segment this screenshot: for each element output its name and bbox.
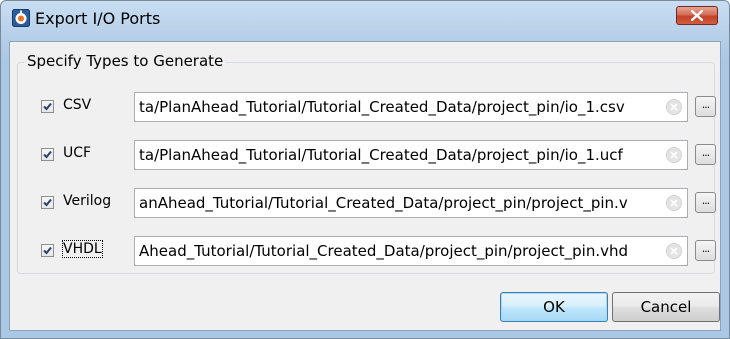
export-row-verilog: Verilog anAhead_Tutorial/Tutorial_Create…: [10, 188, 722, 218]
verilog-browse-button[interactable]: ...: [695, 192, 716, 213]
ucf-browse-button[interactable]: ...: [695, 144, 716, 165]
checkmark-icon: [43, 246, 52, 255]
export-io-ports-dialog: Export I/O Ports Specify Types to Genera…: [0, 0, 730, 339]
title-bar[interactable]: Export I/O Ports: [1, 1, 729, 41]
close-button[interactable]: [676, 6, 718, 25]
verilog-checkbox[interactable]: [41, 196, 54, 209]
verilog-label: Verilog: [63, 193, 112, 209]
export-row-csv: CSV ta/PlanAhead_Tutorial/Tutorial_Creat…: [10, 92, 722, 122]
csv-checkbox[interactable]: [41, 100, 54, 113]
vhdl-path-field[interactable]: Ahead_Tutorial/Tutorial_Created_Data/pro…: [134, 236, 688, 266]
ucf-path-value: ta/PlanAhead_Tutorial/Tutorial_Created_D…: [139, 146, 623, 164]
app-icon: [12, 9, 30, 27]
export-row-vhdl: VHDL Ahead_Tutorial/Tutorial_Created_Dat…: [10, 236, 722, 266]
clear-icon[interactable]: [666, 99, 682, 115]
dialog-title: Export I/O Ports: [35, 9, 161, 28]
csv-path-field[interactable]: ta/PlanAhead_Tutorial/Tutorial_Created_D…: [134, 92, 688, 122]
vhdl-label: VHDL: [62, 240, 103, 258]
clear-icon[interactable]: [666, 147, 682, 163]
checkmark-icon: [43, 150, 52, 159]
close-x-icon: [691, 10, 703, 21]
csv-path-value: ta/PlanAhead_Tutorial/Tutorial_Created_D…: [139, 98, 625, 116]
vhdl-browse-button[interactable]: ...: [695, 240, 716, 261]
vhdl-path-value: Ahead_Tutorial/Tutorial_Created_Data/pro…: [139, 242, 629, 260]
vhdl-checkbox[interactable]: [41, 244, 54, 257]
dialog-body: Specify Types to Generate CSV ta/PlanAhe…: [9, 41, 721, 331]
ucf-label: UCF: [63, 145, 92, 161]
csv-browse-button[interactable]: ...: [695, 96, 716, 117]
group-legend: Specify Types to Generate: [24, 52, 227, 70]
verilog-path-value: anAhead_Tutorial/Tutorial_Created_Data/p…: [139, 194, 628, 212]
clear-icon[interactable]: [666, 195, 682, 211]
verilog-path-field[interactable]: anAhead_Tutorial/Tutorial_Created_Data/p…: [134, 188, 688, 218]
export-row-ucf: UCF ta/PlanAhead_Tutorial/Tutorial_Creat…: [10, 140, 722, 170]
checkmark-icon: [43, 198, 52, 207]
clear-icon[interactable]: [666, 243, 682, 259]
csv-label: CSV: [63, 97, 92, 113]
cancel-button[interactable]: Cancel: [612, 292, 720, 322]
ok-button[interactable]: OK: [500, 292, 608, 322]
ucf-path-field[interactable]: ta/PlanAhead_Tutorial/Tutorial_Created_D…: [134, 140, 688, 170]
checkmark-icon: [43, 102, 52, 111]
ucf-checkbox[interactable]: [41, 148, 54, 161]
